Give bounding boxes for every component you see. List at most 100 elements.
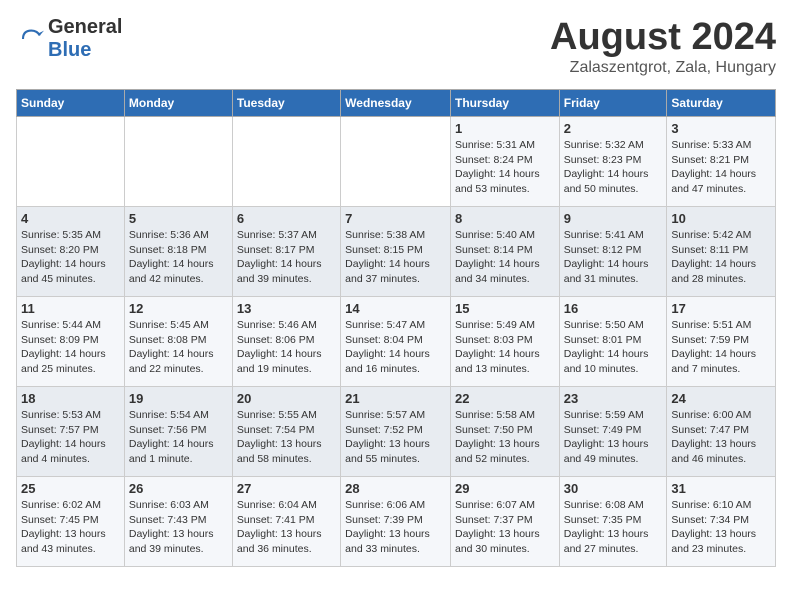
- day-number: 16: [564, 301, 663, 316]
- calendar-cell: 11 Sunrise: 5:44 AM Sunset: 8:09 PM Dayli…: [17, 297, 125, 387]
- day-info: Sunrise: 5:42 AM Sunset: 8:11 PM Dayligh…: [671, 228, 771, 287]
- day-number: 11: [21, 301, 120, 316]
- header-friday: Friday: [559, 90, 667, 117]
- header-sunday: Sunday: [17, 90, 125, 117]
- day-number: 17: [671, 301, 771, 316]
- calendar-cell: 27Sunrise: 6:04 AM Sunset: 7:41 PM Dayli…: [232, 477, 340, 567]
- day-info: Sunrise: 5:59 AM Sunset: 7:49 PM Dayligh…: [564, 408, 663, 467]
- day-info: Sunrise: 5:47 AM Sunset: 8:04 PM Dayligh…: [345, 318, 446, 377]
- day-info: Sunrise: 5:45 AM Sunset: 8:08 PM Dayligh…: [129, 318, 228, 377]
- day-info: Sunrise: 5:35 AM Sunset: 8:20 PM Dayligh…: [21, 228, 120, 287]
- day-number: 3: [671, 121, 771, 136]
- week-row-3: 11 Sunrise: 5:44 AM Sunset: 8:09 PM Dayli…: [17, 297, 776, 387]
- calendar-cell: 17Sunrise: 5:51 AM Sunset: 7:59 PM Dayli…: [667, 297, 776, 387]
- day-number: 25: [21, 481, 120, 496]
- week-row-4: 18Sunrise: 5:53 AM Sunset: 7:57 PM Dayli…: [17, 387, 776, 477]
- header-thursday: Thursday: [450, 90, 559, 117]
- calendar-cell: 18Sunrise: 5:53 AM Sunset: 7:57 PM Dayli…: [17, 387, 125, 477]
- day-info: Sunrise: 5:31 AM Sunset: 8:24 PM Dayligh…: [455, 138, 555, 197]
- day-info: Sunrise: 5:49 AM Sunset: 8:03 PM Dayligh…: [455, 318, 555, 377]
- week-row-5: 25 Sunrise: 6:02 AM Sunset: 7:45 PM Dayli…: [17, 477, 776, 567]
- header-saturday: Saturday: [667, 90, 776, 117]
- calendar-cell: 6 Sunrise: 5:37 AM Sunset: 8:17 PM Daylig…: [232, 207, 340, 297]
- calendar-cell: 7 Sunrise: 5:38 AM Sunset: 8:15 PM Daylig…: [341, 207, 451, 297]
- day-number: 13: [237, 301, 336, 316]
- day-number: 30: [564, 481, 663, 496]
- day-number: 1: [455, 121, 555, 136]
- week-row-1: 1 Sunrise: 5:31 AM Sunset: 8:24 PM Daylig…: [17, 117, 776, 207]
- day-number: 23: [564, 391, 663, 406]
- header-wednesday: Wednesday: [341, 90, 451, 117]
- day-info: Sunrise: 5:37 AM Sunset: 8:17 PM Dayligh…: [237, 228, 336, 287]
- calendar-cell: 24Sunrise: 6:00 AM Sunset: 7:47 PM Dayli…: [667, 387, 776, 477]
- calendar-cell: 8 Sunrise: 5:40 AM Sunset: 8:14 PM Daylig…: [450, 207, 559, 297]
- calendar-cell: 16 Sunrise: 5:50 AM Sunset: 8:01 PM Dayli…: [559, 297, 667, 387]
- calendar-cell: 29 Sunrise: 6:07 AM Sunset: 7:37 PM Dayli…: [450, 477, 559, 567]
- day-info: Sunrise: 5:41 AM Sunset: 8:12 PM Dayligh…: [564, 228, 663, 287]
- header-monday: Monday: [124, 90, 232, 117]
- day-info: Sunrise: 6:02 AM Sunset: 7:45 PM Dayligh…: [21, 498, 120, 557]
- calendar-cell: 12Sunrise: 5:45 AM Sunset: 8:08 PM Dayli…: [124, 297, 232, 387]
- title-block: August 2024 Zalaszentgrot, Zala, Hungary: [550, 16, 776, 77]
- calendar-cell: 21Sunrise: 5:57 AM Sunset: 7:52 PM Dayli…: [341, 387, 451, 477]
- day-number: 21: [345, 391, 446, 406]
- calendar-cell: 4 Sunrise: 5:35 AM Sunset: 8:20 PM Daylig…: [17, 207, 125, 297]
- calendar-cell: 31 Sunrise: 6:10 AM Sunset: 7:34 PM Dayli…: [667, 477, 776, 567]
- day-info: Sunrise: 5:33 AM Sunset: 8:21 PM Dayligh…: [671, 138, 771, 197]
- calendar-title: August 2024: [550, 16, 776, 59]
- day-number: 19: [129, 391, 228, 406]
- day-info: Sunrise: 5:36 AM Sunset: 8:18 PM Dayligh…: [129, 228, 228, 287]
- day-info: Sunrise: 5:38 AM Sunset: 8:15 PM Dayligh…: [345, 228, 446, 287]
- day-info: Sunrise: 5:54 AM Sunset: 7:56 PM Dayligh…: [129, 408, 228, 467]
- calendar-cell: 1 Sunrise: 5:31 AM Sunset: 8:24 PM Daylig…: [450, 117, 559, 207]
- day-number: 9: [564, 211, 663, 226]
- calendar-cell: 5 Sunrise: 5:36 AM Sunset: 8:18 PM Daylig…: [124, 207, 232, 297]
- calendar-cell: 22Sunrise: 5:58 AM Sunset: 7:50 PM Dayli…: [450, 387, 559, 477]
- calendar-cell: 3 Sunrise: 5:33 AM Sunset: 8:21 PM Daylig…: [667, 117, 776, 207]
- day-number: 15: [455, 301, 555, 316]
- day-number: 6: [237, 211, 336, 226]
- day-number: 14: [345, 301, 446, 316]
- page-header: General Blue August 2024 Zalaszentgrot, …: [16, 16, 776, 77]
- calendar-cell: 19 Sunrise: 5:54 AM Sunset: 7:56 PM Dayli…: [124, 387, 232, 477]
- day-info: Sunrise: 5:50 AM Sunset: 8:01 PM Dayligh…: [564, 318, 663, 377]
- calendar-cell: 14 Sunrise: 5:47 AM Sunset: 8:04 PM Dayli…: [341, 297, 451, 387]
- day-number: 7: [345, 211, 446, 226]
- day-info: Sunrise: 5:32 AM Sunset: 8:23 PM Dayligh…: [564, 138, 663, 197]
- calendar-cell: 13 Sunrise: 5:46 AM Sunset: 8:06 PM Dayli…: [232, 297, 340, 387]
- day-info: Sunrise: 5:40 AM Sunset: 8:14 PM Dayligh…: [455, 228, 555, 287]
- calendar-cell: 26Sunrise: 6:03 AM Sunset: 7:43 PM Dayli…: [124, 477, 232, 567]
- day-number: 31: [671, 481, 771, 496]
- calendar-cell: 15 Sunrise: 5:49 AM Sunset: 8:03 PM Dayli…: [450, 297, 559, 387]
- calendar-table: SundayMondayTuesdayWednesdayThursdayFrid…: [16, 89, 776, 567]
- day-info: Sunrise: 6:06 AM Sunset: 7:39 PM Dayligh…: [345, 498, 446, 557]
- logo-icon: [16, 25, 44, 53]
- day-info: Sunrise: 5:46 AM Sunset: 8:06 PM Dayligh…: [237, 318, 336, 377]
- day-info: Sunrise: 6:04 AM Sunset: 7:41 PM Dayligh…: [237, 498, 336, 557]
- header-row: SundayMondayTuesdayWednesdayThursdayFrid…: [17, 90, 776, 117]
- calendar-cell: 2Sunrise: 5:32 AM Sunset: 8:23 PM Daylig…: [559, 117, 667, 207]
- calendar-cell: 10Sunrise: 5:42 AM Sunset: 8:11 PM Dayli…: [667, 207, 776, 297]
- day-info: Sunrise: 6:07 AM Sunset: 7:37 PM Dayligh…: [455, 498, 555, 557]
- day-info: Sunrise: 5:53 AM Sunset: 7:57 PM Dayligh…: [21, 408, 120, 467]
- calendar-subtitle: Zalaszentgrot, Zala, Hungary: [550, 59, 776, 77]
- day-info: Sunrise: 5:58 AM Sunset: 7:50 PM Dayligh…: [455, 408, 555, 467]
- header-tuesday: Tuesday: [232, 90, 340, 117]
- day-info: Sunrise: 5:55 AM Sunset: 7:54 PM Dayligh…: [237, 408, 336, 467]
- calendar-cell: [232, 117, 340, 207]
- day-number: 5: [129, 211, 228, 226]
- day-info: Sunrise: 5:44 AM Sunset: 8:09 PM Dayligh…: [21, 318, 120, 377]
- calendar-cell: [124, 117, 232, 207]
- day-number: 20: [237, 391, 336, 406]
- day-number: 8: [455, 211, 555, 226]
- calendar-cell: 20 Sunrise: 5:55 AM Sunset: 7:54 PM Dayli…: [232, 387, 340, 477]
- logo-text: General Blue: [48, 16, 122, 62]
- day-number: 29: [455, 481, 555, 496]
- day-number: 4: [21, 211, 120, 226]
- calendar-cell: 25 Sunrise: 6:02 AM Sunset: 7:45 PM Dayli…: [17, 477, 125, 567]
- day-info: Sunrise: 6:10 AM Sunset: 7:34 PM Dayligh…: [671, 498, 771, 557]
- day-number: 28: [345, 481, 446, 496]
- day-number: 24: [671, 391, 771, 406]
- calendar-cell: 23 Sunrise: 5:59 AM Sunset: 7:49 PM Dayli…: [559, 387, 667, 477]
- day-info: Sunrise: 6:08 AM Sunset: 7:35 PM Dayligh…: [564, 498, 663, 557]
